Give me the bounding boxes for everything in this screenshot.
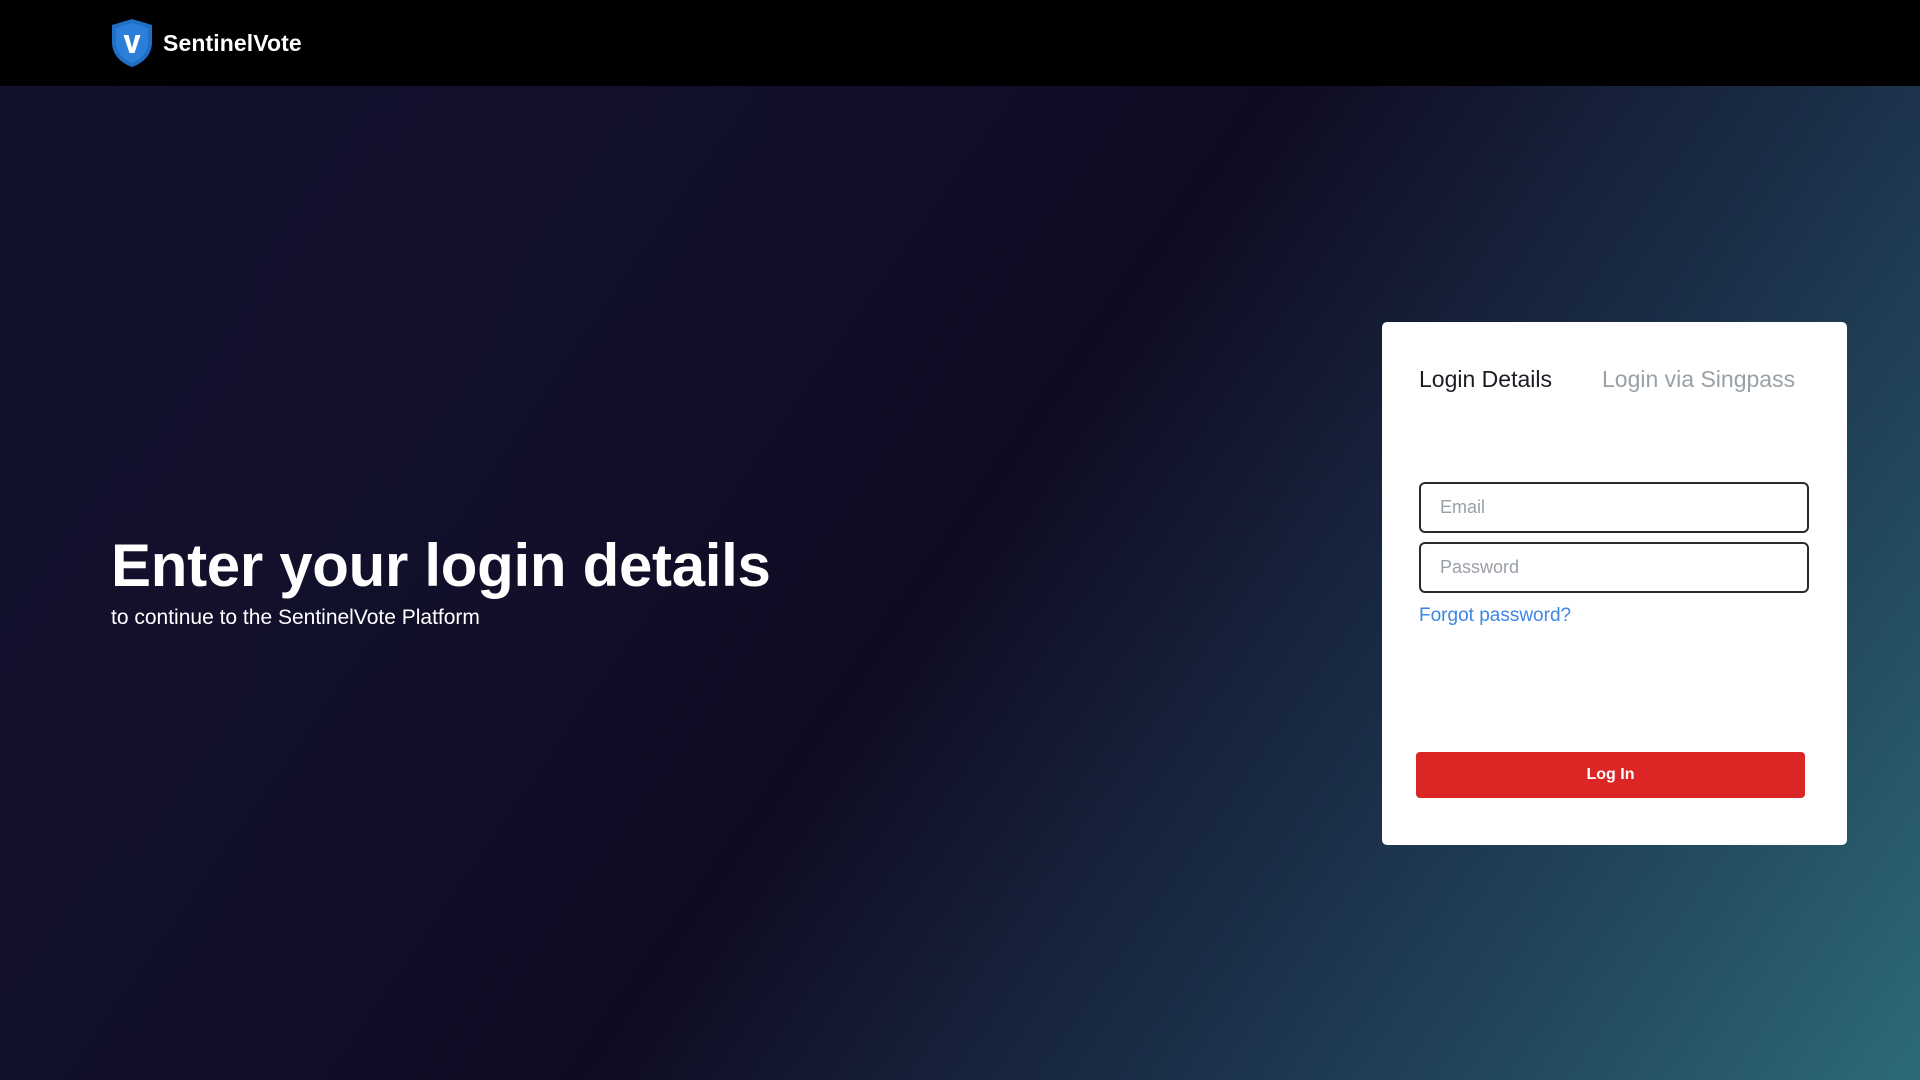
log-in-button[interactable]: Log In bbox=[1416, 752, 1805, 798]
top-navigation-bar: SentinelVote bbox=[0, 0, 1920, 86]
shield-logo-icon bbox=[112, 19, 152, 67]
email-field[interactable] bbox=[1419, 482, 1809, 533]
brand-name: SentinelVote bbox=[163, 29, 302, 56]
login-card: Login Details Login via Singpass Forgot … bbox=[1382, 322, 1847, 845]
tab-login-via-singpass[interactable]: Login via Singpass bbox=[1602, 364, 1795, 394]
forgot-password-link[interactable]: Forgot password? bbox=[1419, 604, 1571, 628]
hero-title: Enter your login details bbox=[111, 532, 771, 599]
password-field[interactable] bbox=[1419, 542, 1809, 593]
tab-login-details[interactable]: Login Details bbox=[1419, 364, 1552, 394]
brand[interactable]: SentinelVote bbox=[110, 18, 302, 68]
hero-subtitle: to continue to the SentinelVote Platform bbox=[111, 606, 480, 629]
hero-section: Enter your login details to continue to … bbox=[111, 528, 771, 632]
